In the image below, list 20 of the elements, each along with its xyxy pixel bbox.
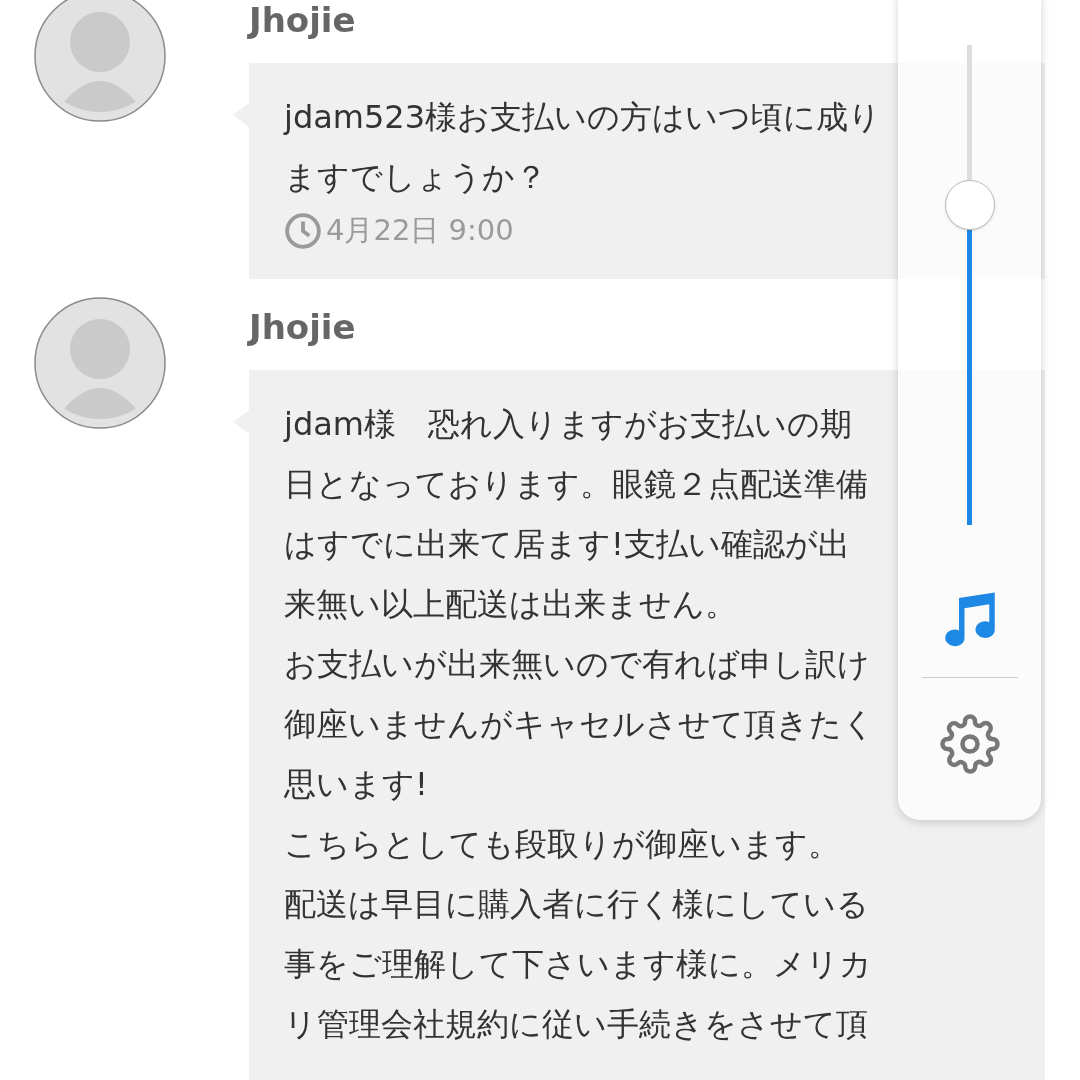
message-line: 配送は早目に購入者に行く様にしている bbox=[284, 883, 869, 925]
volume-slider[interactable] bbox=[944, 45, 995, 525]
clock-icon bbox=[284, 211, 322, 250]
sender-name: Jhojie bbox=[249, 0, 356, 40]
settings-icon[interactable] bbox=[939, 714, 1000, 774]
message-line: jdam様 恐れ入りますがお支払いの期 bbox=[284, 403, 852, 445]
message-line: お支払いが出来無いので有れば申し訳け bbox=[284, 643, 870, 685]
message-line: リ管理会社規約に従い手続きをさせて頂 bbox=[284, 1003, 868, 1045]
message-line: ますでしょうか？ bbox=[284, 157, 547, 198]
message-line: こちらとしても段取りが御座います。 bbox=[284, 823, 840, 865]
message-line: 来無い以上配送は出来ません。 bbox=[284, 583, 737, 625]
message-time: 4月22日 9:00 bbox=[326, 212, 514, 249]
message-line: jdam523様お支払いの方はいつ頃に成り bbox=[284, 97, 882, 138]
message-line: 日となっております。眼鏡２点配送準備 bbox=[284, 463, 868, 505]
message-line: 事をご理解して下さいます様に。メリカ bbox=[284, 943, 872, 985]
message-line: 思います! bbox=[284, 763, 428, 805]
message-line: はすでに出来て居ます!支払い確認が出 bbox=[284, 523, 850, 565]
message-line: 御座いませんがキャセルさせて頂きたく bbox=[284, 703, 875, 745]
sender-name: Jhojie bbox=[249, 306, 356, 347]
slider-thumb[interactable] bbox=[944, 179, 995, 230]
